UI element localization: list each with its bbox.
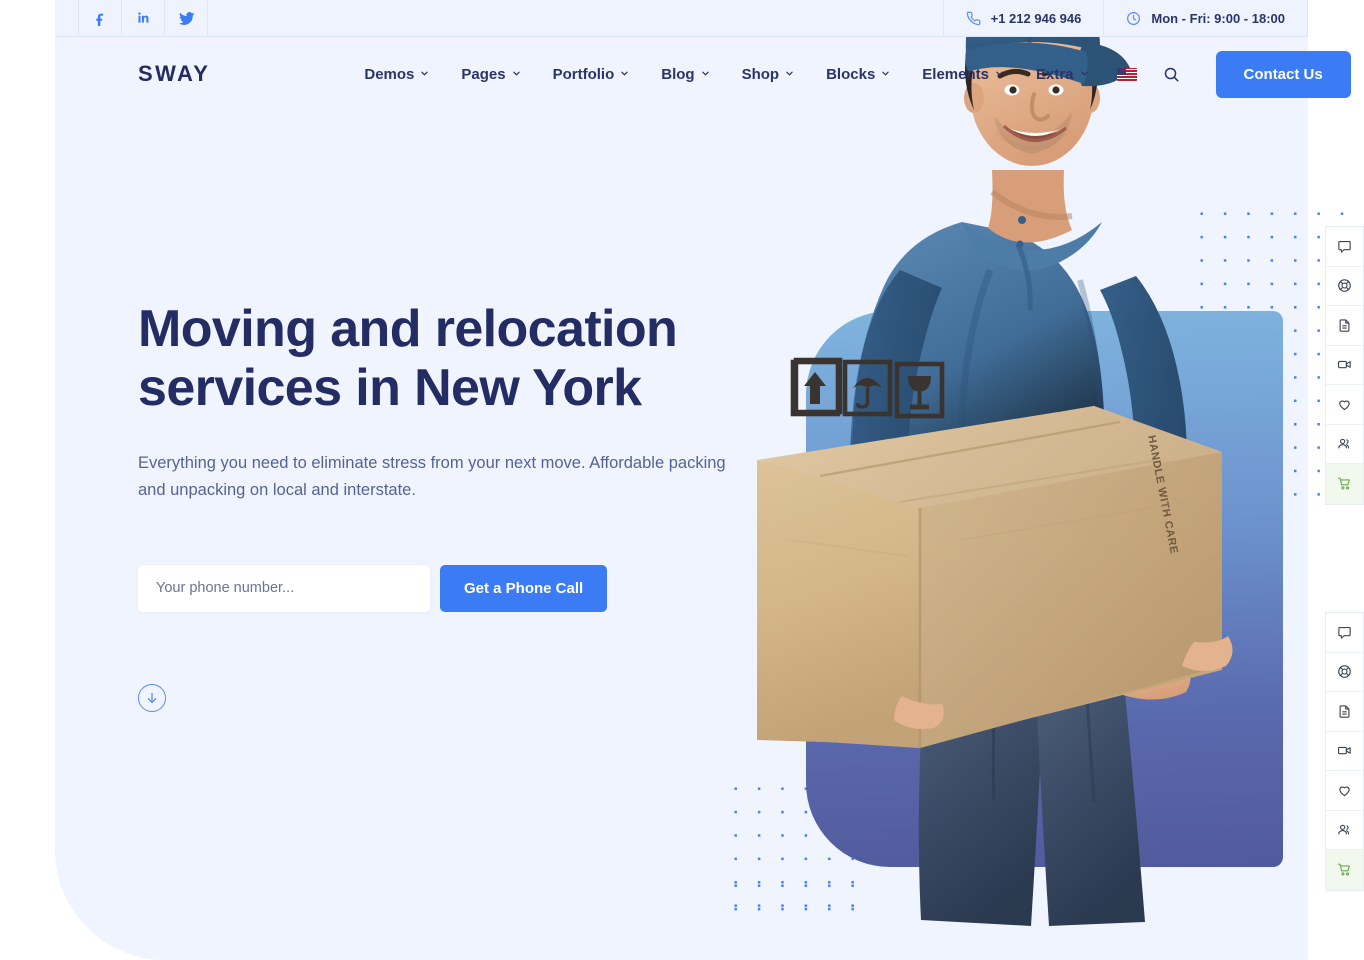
heart-icon (1339, 400, 1350, 410)
chat-bubble-button[interactable] (1326, 613, 1363, 653)
hero-subtitle: Everything you need to eliminate stress … (138, 453, 726, 500)
hero-image-card (806, 311, 1283, 867)
support-button[interactable] (1326, 653, 1363, 692)
get-a-phone-call-button[interactable]: Get a Phone Call (440, 564, 608, 612)
phone-number-input[interactable] (138, 564, 430, 612)
chevron-down-icon (786, 71, 793, 75)
document-icon (1339, 705, 1350, 718)
document-button[interactable] (1326, 306, 1363, 346)
chat-bubble-icon (1338, 240, 1351, 253)
video-camera-icon (1338, 747, 1351, 755)
side-rail-bottom (1325, 612, 1364, 891)
phone-icon (966, 11, 980, 25)
video-button[interactable] (1326, 732, 1363, 771)
social-links (78, 0, 208, 36)
menu-label: Blocks (826, 65, 876, 83)
language-switcher[interactable] (1105, 67, 1149, 81)
users-button[interactable] (1326, 425, 1363, 464)
shopping-cart-icon (1338, 863, 1350, 876)
chevron-down-icon (701, 71, 709, 75)
topbar-info: +1 212 946 946 Mon - Fri: 9:00 - 18:00 (942, 0, 1308, 36)
menu-label: Shop (741, 65, 780, 83)
facebook-link[interactable] (78, 0, 122, 36)
shopping-cart-button[interactable] (1326, 464, 1363, 504)
shopping-cart-icon (1338, 477, 1350, 490)
topbar-phone-text: +1 212 946 946 (990, 10, 1082, 26)
twitter-icon (178, 11, 194, 25)
page-title: Moving and relocation services in New Yo… (138, 300, 678, 418)
us-flag-icon (1116, 67, 1137, 81)
chevron-down-icon (621, 71, 628, 75)
video-button[interactable] (1326, 346, 1363, 385)
users-button[interactable] (1326, 811, 1363, 850)
chevron-down-icon (421, 71, 429, 75)
contact-us-button[interactable]: Contact Us (1215, 50, 1351, 98)
menu-item-extra[interactable]: Extra (1020, 66, 1105, 83)
menu-label: Pages (461, 65, 506, 83)
favorites-button[interactable] (1326, 771, 1363, 811)
chevron-down-icon (512, 71, 520, 75)
topbar-hours: Mon - Fri: 9:00 - 18:00 (1103, 0, 1308, 36)
menu-label: Extra (1036, 65, 1074, 83)
menu-item-pages[interactable]: Pages (445, 66, 536, 83)
favorites-button[interactable] (1326, 385, 1363, 425)
chat-bubble-button[interactable] (1326, 227, 1363, 267)
menu-label: Demos (364, 65, 415, 83)
document-button[interactable] (1326, 692, 1363, 732)
menu-item-portfolio[interactable]: Portfolio (537, 66, 646, 83)
heart-icon (1339, 786, 1350, 796)
topbar: +1 212 946 946 Mon - Fri: 9:00 - 18:00 (55, 0, 1308, 37)
menu-label: Blog (661, 65, 695, 83)
chat-bubble-icon (1338, 626, 1351, 639)
phone-callback-form: Get a Phone Call (138, 564, 738, 612)
users-icon (1338, 824, 1350, 835)
document-icon (1339, 319, 1350, 332)
menu-item-elements[interactable]: Elements (906, 66, 1020, 83)
shopping-cart-button[interactable] (1326, 850, 1363, 890)
arrow-down-icon (147, 692, 157, 703)
twitter-link[interactable] (164, 0, 208, 36)
chevron-down-icon (996, 71, 1003, 75)
menu-item-blocks[interactable]: Blocks (810, 66, 906, 83)
menu-item-blog[interactable]: Blog (645, 66, 725, 83)
facebook-icon (96, 13, 104, 26)
search-icon (1164, 67, 1179, 82)
linkedin-icon (138, 12, 149, 23)
lifebuoy-icon (1338, 279, 1351, 293)
scroll-down-button[interactable] (138, 683, 166, 712)
search-button[interactable] (1149, 66, 1194, 83)
chevron-down-icon (882, 71, 890, 75)
site-logo[interactable]: SWAY (138, 61, 210, 87)
main-menu: Demos Pages Portfolio Blog Shop Blocks E… (348, 50, 1351, 98)
topbar-hours-text: Mon - Fri: 9:00 - 18:00 (1151, 10, 1285, 26)
side-rail-top (1325, 226, 1364, 505)
main-navbar: SWAY Demos Pages Portfolio Blog Shop Blo… (55, 37, 1351, 111)
page-root: +1 212 946 946 Mon - Fri: 9:00 - 18:00 S… (0, 0, 1364, 960)
support-button[interactable] (1326, 267, 1363, 306)
topbar-right-gutter (1308, 0, 1364, 36)
linkedin-link[interactable] (121, 0, 165, 36)
menu-label: Elements (922, 65, 989, 83)
users-icon (1338, 438, 1350, 449)
video-camera-icon (1338, 361, 1351, 369)
hero-content: Moving and relocation services in New Yo… (138, 300, 738, 712)
lifebuoy-icon (1338, 665, 1351, 679)
menu-label: Portfolio (552, 65, 615, 83)
dotted-grid-pattern-bottom-left-wide (722, 872, 859, 924)
clock-icon (1127, 11, 1141, 25)
topbar-phone[interactable]: +1 212 946 946 (942, 0, 1104, 36)
menu-item-demos[interactable]: Demos (348, 66, 445, 83)
chevron-down-icon (1080, 71, 1088, 75)
menu-item-shop[interactable]: Shop (726, 66, 811, 83)
